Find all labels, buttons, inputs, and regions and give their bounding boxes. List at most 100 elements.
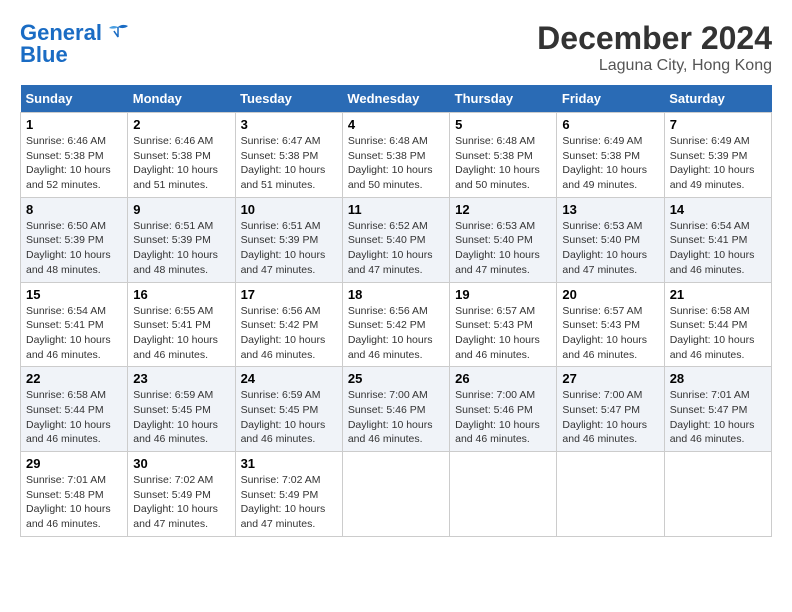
day-number: 18 bbox=[348, 287, 444, 302]
day-info: Sunrise: 6:50 AM Sunset: 5:39 PM Dayligh… bbox=[26, 219, 122, 278]
day-info: Sunrise: 6:47 AM Sunset: 5:38 PM Dayligh… bbox=[241, 134, 337, 193]
day-info: Sunrise: 6:52 AM Sunset: 5:40 PM Dayligh… bbox=[348, 219, 444, 278]
col-header-thursday: Thursday bbox=[450, 85, 557, 113]
calendar-cell: 25 Sunrise: 7:00 AM Sunset: 5:46 PM Dayl… bbox=[342, 367, 449, 452]
week-row: 1 Sunrise: 6:46 AM Sunset: 5:38 PM Dayli… bbox=[21, 113, 772, 198]
calendar-cell bbox=[450, 452, 557, 537]
day-number: 15 bbox=[26, 287, 122, 302]
day-number: 22 bbox=[26, 371, 122, 386]
day-number: 1 bbox=[26, 117, 122, 132]
calendar-cell: 4 Sunrise: 6:48 AM Sunset: 5:38 PM Dayli… bbox=[342, 113, 449, 198]
day-number: 25 bbox=[348, 371, 444, 386]
day-info: Sunrise: 7:01 AM Sunset: 5:48 PM Dayligh… bbox=[26, 473, 122, 532]
day-info: Sunrise: 6:59 AM Sunset: 5:45 PM Dayligh… bbox=[241, 388, 337, 447]
day-number: 8 bbox=[26, 202, 122, 217]
day-info: Sunrise: 7:02 AM Sunset: 5:49 PM Dayligh… bbox=[133, 473, 229, 532]
day-number: 5 bbox=[455, 117, 551, 132]
day-info: Sunrise: 7:00 AM Sunset: 5:46 PM Dayligh… bbox=[348, 388, 444, 447]
calendar-cell: 17 Sunrise: 6:56 AM Sunset: 5:42 PM Dayl… bbox=[235, 282, 342, 367]
calendar-cell: 5 Sunrise: 6:48 AM Sunset: 5:38 PM Dayli… bbox=[450, 113, 557, 198]
day-number: 3 bbox=[241, 117, 337, 132]
day-number: 16 bbox=[133, 287, 229, 302]
day-number: 23 bbox=[133, 371, 229, 386]
day-number: 13 bbox=[562, 202, 658, 217]
day-number: 2 bbox=[133, 117, 229, 132]
calendar-cell: 20 Sunrise: 6:57 AM Sunset: 5:43 PM Dayl… bbox=[557, 282, 664, 367]
week-row: 8 Sunrise: 6:50 AM Sunset: 5:39 PM Dayli… bbox=[21, 197, 772, 282]
day-number: 26 bbox=[455, 371, 551, 386]
week-row: 22 Sunrise: 6:58 AM Sunset: 5:44 PM Dayl… bbox=[21, 367, 772, 452]
logo-bird-icon bbox=[104, 23, 132, 45]
day-info: Sunrise: 6:49 AM Sunset: 5:39 PM Dayligh… bbox=[670, 134, 766, 193]
calendar-cell: 22 Sunrise: 6:58 AM Sunset: 5:44 PM Dayl… bbox=[21, 367, 128, 452]
month-title: December 2024 bbox=[537, 20, 772, 57]
col-header-saturday: Saturday bbox=[664, 85, 771, 113]
week-row: 15 Sunrise: 6:54 AM Sunset: 5:41 PM Dayl… bbox=[21, 282, 772, 367]
page-header: General Blue December 2024 Laguna City, … bbox=[20, 20, 772, 75]
calendar-cell: 29 Sunrise: 7:01 AM Sunset: 5:48 PM Dayl… bbox=[21, 452, 128, 537]
day-number: 11 bbox=[348, 202, 444, 217]
location: Laguna City, Hong Kong bbox=[537, 57, 772, 75]
day-info: Sunrise: 6:56 AM Sunset: 5:42 PM Dayligh… bbox=[348, 304, 444, 363]
calendar-cell: 23 Sunrise: 6:59 AM Sunset: 5:45 PM Dayl… bbox=[128, 367, 235, 452]
calendar-cell: 19 Sunrise: 6:57 AM Sunset: 5:43 PM Dayl… bbox=[450, 282, 557, 367]
calendar-cell: 10 Sunrise: 6:51 AM Sunset: 5:39 PM Dayl… bbox=[235, 197, 342, 282]
day-info: Sunrise: 6:57 AM Sunset: 5:43 PM Dayligh… bbox=[562, 304, 658, 363]
day-number: 29 bbox=[26, 456, 122, 471]
calendar-cell bbox=[664, 452, 771, 537]
calendar-cell: 26 Sunrise: 7:00 AM Sunset: 5:46 PM Dayl… bbox=[450, 367, 557, 452]
day-number: 10 bbox=[241, 202, 337, 217]
calendar-cell: 12 Sunrise: 6:53 AM Sunset: 5:40 PM Dayl… bbox=[450, 197, 557, 282]
col-header-wednesday: Wednesday bbox=[342, 85, 449, 113]
day-info: Sunrise: 6:54 AM Sunset: 5:41 PM Dayligh… bbox=[26, 304, 122, 363]
calendar-cell: 1 Sunrise: 6:46 AM Sunset: 5:38 PM Dayli… bbox=[21, 113, 128, 198]
calendar-cell: 14 Sunrise: 6:54 AM Sunset: 5:41 PM Dayl… bbox=[664, 197, 771, 282]
day-number: 28 bbox=[670, 371, 766, 386]
calendar-cell bbox=[342, 452, 449, 537]
day-number: 6 bbox=[562, 117, 658, 132]
calendar-cell bbox=[557, 452, 664, 537]
day-info: Sunrise: 6:57 AM Sunset: 5:43 PM Dayligh… bbox=[455, 304, 551, 363]
day-info: Sunrise: 6:46 AM Sunset: 5:38 PM Dayligh… bbox=[26, 134, 122, 193]
calendar-table: SundayMondayTuesdayWednesdayThursdayFrid… bbox=[20, 85, 772, 537]
day-number: 9 bbox=[133, 202, 229, 217]
day-info: Sunrise: 6:53 AM Sunset: 5:40 PM Dayligh… bbox=[455, 219, 551, 278]
calendar-cell: 30 Sunrise: 7:02 AM Sunset: 5:49 PM Dayl… bbox=[128, 452, 235, 537]
day-info: Sunrise: 6:48 AM Sunset: 5:38 PM Dayligh… bbox=[348, 134, 444, 193]
logo-blue: Blue bbox=[20, 42, 68, 68]
day-number: 21 bbox=[670, 287, 766, 302]
day-info: Sunrise: 6:48 AM Sunset: 5:38 PM Dayligh… bbox=[455, 134, 551, 193]
calendar-cell: 24 Sunrise: 6:59 AM Sunset: 5:45 PM Dayl… bbox=[235, 367, 342, 452]
col-header-sunday: Sunday bbox=[21, 85, 128, 113]
day-number: 31 bbox=[241, 456, 337, 471]
day-number: 24 bbox=[241, 371, 337, 386]
day-number: 20 bbox=[562, 287, 658, 302]
day-info: Sunrise: 6:56 AM Sunset: 5:42 PM Dayligh… bbox=[241, 304, 337, 363]
header-row: SundayMondayTuesdayWednesdayThursdayFrid… bbox=[21, 85, 772, 113]
day-number: 27 bbox=[562, 371, 658, 386]
day-info: Sunrise: 6:53 AM Sunset: 5:40 PM Dayligh… bbox=[562, 219, 658, 278]
day-info: Sunrise: 7:02 AM Sunset: 5:49 PM Dayligh… bbox=[241, 473, 337, 532]
day-info: Sunrise: 6:59 AM Sunset: 5:45 PM Dayligh… bbox=[133, 388, 229, 447]
day-info: Sunrise: 7:01 AM Sunset: 5:47 PM Dayligh… bbox=[670, 388, 766, 447]
calendar-cell: 15 Sunrise: 6:54 AM Sunset: 5:41 PM Dayl… bbox=[21, 282, 128, 367]
calendar-cell: 18 Sunrise: 6:56 AM Sunset: 5:42 PM Dayl… bbox=[342, 282, 449, 367]
day-number: 4 bbox=[348, 117, 444, 132]
day-info: Sunrise: 6:58 AM Sunset: 5:44 PM Dayligh… bbox=[26, 388, 122, 447]
calendar-cell: 31 Sunrise: 7:02 AM Sunset: 5:49 PM Dayl… bbox=[235, 452, 342, 537]
day-info: Sunrise: 7:00 AM Sunset: 5:46 PM Dayligh… bbox=[455, 388, 551, 447]
day-info: Sunrise: 6:58 AM Sunset: 5:44 PM Dayligh… bbox=[670, 304, 766, 363]
day-info: Sunrise: 6:46 AM Sunset: 5:38 PM Dayligh… bbox=[133, 134, 229, 193]
day-info: Sunrise: 6:49 AM Sunset: 5:38 PM Dayligh… bbox=[562, 134, 658, 193]
day-number: 19 bbox=[455, 287, 551, 302]
calendar-cell: 8 Sunrise: 6:50 AM Sunset: 5:39 PM Dayli… bbox=[21, 197, 128, 282]
day-number: 7 bbox=[670, 117, 766, 132]
calendar-cell: 6 Sunrise: 6:49 AM Sunset: 5:38 PM Dayli… bbox=[557, 113, 664, 198]
calendar-cell: 27 Sunrise: 7:00 AM Sunset: 5:47 PM Dayl… bbox=[557, 367, 664, 452]
col-header-tuesday: Tuesday bbox=[235, 85, 342, 113]
day-info: Sunrise: 6:51 AM Sunset: 5:39 PM Dayligh… bbox=[133, 219, 229, 278]
calendar-cell: 9 Sunrise: 6:51 AM Sunset: 5:39 PM Dayli… bbox=[128, 197, 235, 282]
day-number: 14 bbox=[670, 202, 766, 217]
title-section: December 2024 Laguna City, Hong Kong bbox=[537, 20, 772, 75]
day-number: 12 bbox=[455, 202, 551, 217]
